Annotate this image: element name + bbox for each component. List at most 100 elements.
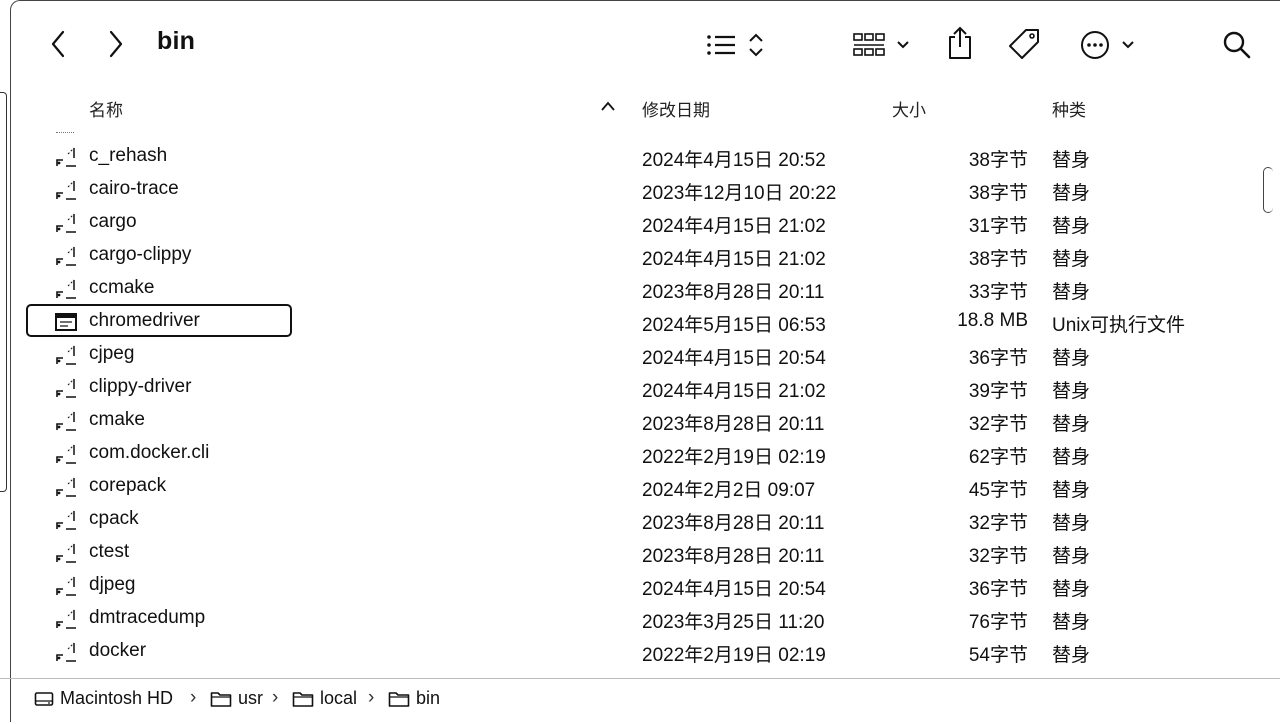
file-row[interactable]: ctest 2023年8月28日 20:11 32字节 替身 — [0, 536, 1240, 569]
file-kind: 替身 — [1052, 150, 1091, 171]
file-modified-date: 2024年4月15日 21:02 — [642, 216, 826, 237]
grid-group-icon — [853, 33, 909, 56]
ellipsis-circle-icon — [1081, 31, 1134, 59]
column-header-name[interactable]: 名称 — [89, 96, 123, 121]
file-size: 36字节 — [968, 579, 1028, 600]
alias-file-icon — [54, 575, 78, 597]
alias-file-icon — [54, 608, 78, 630]
list-view-icon — [707, 33, 763, 57]
file-size: 38字节 — [968, 249, 1028, 270]
file-row[interactable]: cargo-clippy 2024年4月15日 21:02 38字节 替身 — [0, 239, 1240, 272]
more-actions-button[interactable] — [1078, 28, 1140, 62]
file-modified-date: 2023年8月28日 20:11 — [642, 282, 825, 303]
file-kind: 替身 — [1052, 645, 1091, 666]
file-modified-date: 2023年8月28日 20:11 — [642, 513, 825, 534]
file-name: cargo — [89, 211, 137, 232]
file-kind: 替身 — [1052, 579, 1091, 600]
share-button[interactable] — [944, 24, 976, 62]
path-crumb[interactable]: Macintosh HD — [34, 688, 173, 709]
search-button[interactable] — [1220, 28, 1254, 62]
file-kind: 替身 — [1052, 348, 1091, 369]
file-row[interactable]: clippy-driver 2024年4月15日 21:02 39字节 替身 — [0, 371, 1240, 404]
file-modified-date: 2024年4月15日 20:52 — [642, 150, 826, 171]
file-kind: Unix可执行文件 — [1052, 315, 1186, 336]
path-crumb-label: bin — [416, 688, 441, 708]
view-mode-button[interactable] — [703, 28, 769, 62]
file-name: dmtracedump — [89, 607, 206, 628]
file-name: cpack — [89, 508, 139, 529]
sort-ascending-icon[interactable] — [600, 100, 616, 112]
file-row[interactable]: djpeg 2024年4月15日 20:54 36字节 替身 — [0, 569, 1240, 602]
alias-file-icon — [54, 245, 78, 267]
file-size: 36字节 — [968, 348, 1028, 369]
file-modified-date: 2024年5月15日 06:53 — [642, 315, 826, 336]
file-row[interactable]: com.docker.cli 2022年2月19日 02:19 62字节 替身 — [0, 437, 1240, 470]
file-modified-date: 2022年2月19日 02:19 — [642, 447, 826, 468]
file-name: ctest — [89, 541, 130, 562]
column-header-kind[interactable]: 种类 — [1052, 96, 1086, 121]
file-size: 38字节 — [968, 150, 1028, 171]
tag-button[interactable] — [1006, 26, 1042, 62]
alias-file-icon — [54, 410, 78, 432]
file-name: ccmake — [89, 277, 155, 298]
file-modified-date: 2023年8月28日 20:11 — [642, 546, 825, 567]
path-crumb[interactable]: bin — [388, 688, 440, 709]
group-button[interactable] — [852, 28, 914, 62]
alias-file-icon — [54, 146, 78, 168]
file-modified-date: 2024年4月15日 21:02 — [642, 249, 826, 270]
file-size: 31字节 — [968, 216, 1028, 237]
file-size: 18.8 MB — [957, 310, 1028, 331]
file-size: 32字节 — [968, 513, 1028, 534]
file-modified-date: 2024年4月15日 20:54 — [642, 579, 826, 600]
file-name: cargo-clippy — [89, 244, 192, 265]
file-kind: 替身 — [1052, 282, 1091, 303]
file-name: cairo-trace — [89, 178, 179, 199]
file-row[interactable]: cmake 2023年8月28日 20:11 32字节 替身 — [0, 404, 1240, 437]
file-modified-date: 2023年8月28日 20:11 — [642, 414, 825, 435]
folder-icon — [292, 690, 320, 708]
file-row[interactable]: docker 2022年2月19日 02:19 54字节 替身 — [0, 635, 1240, 668]
back-button[interactable] — [44, 28, 72, 60]
file-size: 54字节 — [968, 645, 1028, 666]
file-modified-date: 2023年12月10日 20:22 — [642, 183, 837, 204]
file-size: 45字节 — [968, 480, 1028, 501]
window-title: bin — [157, 27, 196, 55]
file-kind: 替身 — [1052, 447, 1091, 468]
file-modified-date: 2024年4月15日 21:02 — [642, 381, 826, 402]
file-row[interactable]: cargo 2024年4月15日 21:02 31字节 替身 — [0, 206, 1240, 239]
hard-drive-icon — [34, 690, 60, 708]
column-header-size[interactable]: 大小 — [892, 96, 926, 121]
file-kind: 替身 — [1052, 216, 1091, 237]
alias-file-icon — [54, 443, 78, 465]
forward-button[interactable] — [102, 28, 130, 60]
file-name: docker — [89, 640, 147, 661]
file-kind: 替身 — [1052, 414, 1091, 435]
chevron-left-icon — [51, 30, 65, 58]
column-header-modified[interactable]: 修改日期 — [642, 96, 710, 121]
file-size: 32字节 — [968, 546, 1028, 567]
file-size: 39字节 — [968, 381, 1028, 402]
file-row-selected[interactable]: chromedriver 2024年5月15日 06:53 18.8 MB Unix可… — [0, 304, 1240, 338]
file-size: 32字节 — [968, 414, 1028, 435]
alias-file-icon — [54, 278, 78, 300]
file-size: 76字节 — [968, 612, 1028, 633]
vertical-scrollbar[interactable] — [1263, 167, 1273, 213]
file-row[interactable]: cpack 2023年8月28日 20:11 32字节 替身 — [0, 503, 1240, 536]
file-size: 62字节 — [968, 447, 1028, 468]
file-row[interactable]: c_rehash 2024年4月15日 20:52 38字节 替身 — [0, 140, 1240, 173]
file-name: cjpeg — [89, 343, 135, 364]
toolbar: bin — [0, 0, 1280, 88]
tag-icon — [1009, 29, 1039, 59]
file-row[interactable]: ccmake 2023年8月28日 20:11 33字节 替身 — [0, 272, 1240, 305]
file-kind: 替身 — [1052, 612, 1091, 633]
file-row[interactable]: cairo-trace 2023年12月10日 20:22 38字节 替身 — [0, 173, 1240, 206]
file-row[interactable]: corepack 2024年2月2日 09:07 45字节 替身 — [0, 470, 1240, 503]
path-crumb[interactable]: local — [292, 688, 357, 709]
path-separator: › — [272, 687, 279, 708]
file-kind: 替身 — [1052, 513, 1091, 534]
path-bar: Macintosh HD › usr › local › bin — [0, 678, 1280, 719]
path-crumb[interactable]: usr — [210, 688, 263, 709]
file-kind: 替身 — [1052, 381, 1091, 402]
file-row[interactable]: dmtracedump 2023年3月25日 11:20 76字节 替身 — [0, 602, 1240, 635]
file-row[interactable]: cjpeg 2024年4月15日 20:54 36字节 替身 — [0, 338, 1240, 371]
